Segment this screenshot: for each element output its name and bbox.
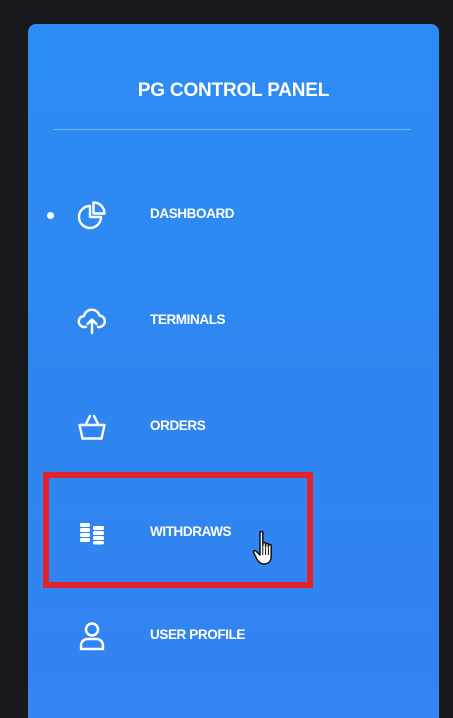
sidebar-item-label: TERMINALS xyxy=(150,312,226,327)
sidebar-item-label: DASHBOARD xyxy=(150,206,235,221)
sidebar-item-terminals[interactable]: TERMINALS xyxy=(28,291,439,351)
sidebar-item-label: WITHDRAWS xyxy=(150,524,232,539)
panel-title: PG CONTROL PANEL xyxy=(137,80,330,101)
cloud-upload-icon xyxy=(76,305,108,337)
sidebar-item-label: ORDERS xyxy=(150,418,206,433)
sidebar-item-label: USER PROFILE xyxy=(150,627,245,642)
sidebar-item-dashboard[interactable]: DASHBOARD xyxy=(28,185,439,245)
sidebar-item-withdraws[interactable]: WITHDRAWS xyxy=(28,503,439,563)
sidebar: PG CONTROL PANEL DASHBOARD TERMINALS ORD… xyxy=(28,24,439,718)
basket-icon xyxy=(76,411,108,443)
sidebar-item-orders[interactable]: ORDERS xyxy=(28,397,439,457)
user-icon xyxy=(76,620,108,652)
divider xyxy=(54,129,411,130)
active-indicator xyxy=(47,212,54,219)
sidebar-item-user-profile[interactable]: USER PROFILE xyxy=(28,606,439,666)
coins-icon xyxy=(76,517,108,549)
app-window: PG CONTROL PANEL DASHBOARD TERMINALS ORD… xyxy=(0,0,453,718)
pie-chart-icon xyxy=(76,199,108,231)
